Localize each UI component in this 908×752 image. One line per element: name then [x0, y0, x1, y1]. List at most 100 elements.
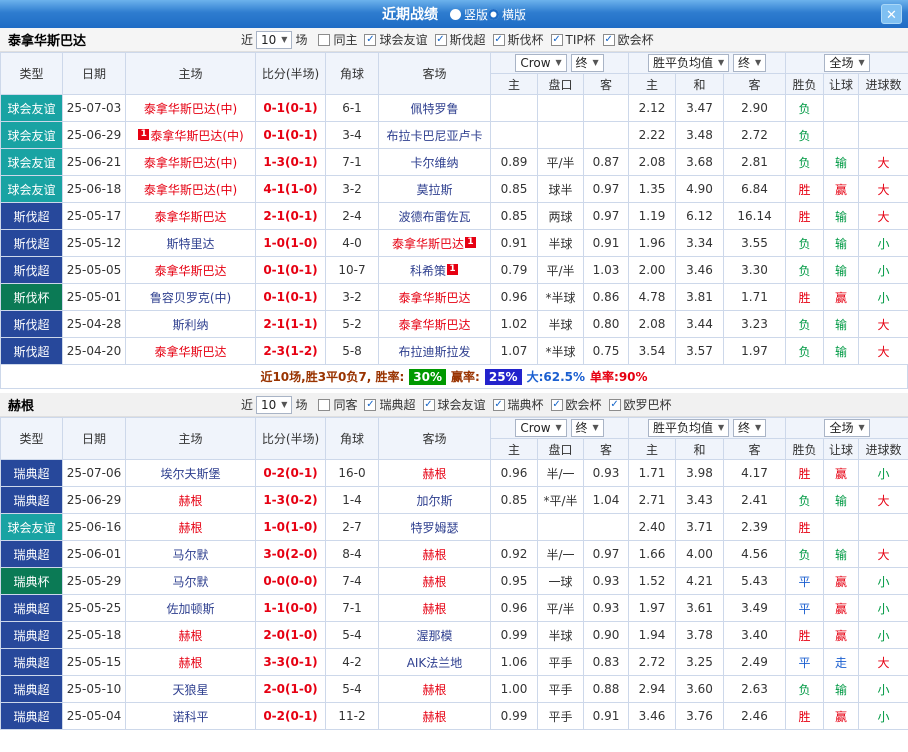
match-row: 瑞典超25-06-01马尔默3-0(2-0)8-4赫根0.92半/一0.971.… [1, 541, 908, 568]
filter-label: 斯伐杯 [508, 31, 544, 48]
filter-option[interactable]: ✓瑞典超 [364, 396, 415, 413]
result-wdl: 负 [786, 149, 824, 176]
col-away: 客场 [379, 418, 491, 460]
subcol-odds-away: 客 [584, 439, 629, 460]
team-name-text: 斯特里达 [166, 237, 214, 251]
result-goals [859, 122, 908, 149]
near-label: 近 [241, 396, 253, 413]
filter-option[interactable]: ✓TIP杯 [551, 31, 596, 48]
away-team: 赫根 [379, 460, 491, 487]
match-score: 0-2(0-1) [256, 460, 326, 487]
close-button[interactable]: ✕ [881, 4, 902, 24]
radio-label-text: 横版 [502, 6, 526, 23]
avg-odds-select[interactable]: 胜平负均值▼ [648, 54, 729, 72]
checkbox-icon[interactable]: ✓ [551, 34, 563, 46]
home-team: 赫根 [126, 487, 256, 514]
avg-away: 16.14 [724, 203, 786, 230]
odds-home: 1.06 [491, 649, 538, 676]
checkbox-icon[interactable]: ✓ [423, 399, 435, 411]
checkbox-icon[interactable] [318, 34, 330, 46]
radio-icon[interactable] [450, 9, 461, 20]
odds-final-select[interactable]: 终▼ [571, 419, 604, 437]
avg-away: 2.81 [724, 149, 786, 176]
checkbox-icon[interactable]: ✓ [609, 399, 621, 411]
avg-final-select[interactable]: 终▼ [733, 54, 766, 72]
result-goals: 大 [859, 176, 908, 203]
corner-score: 11-2 [326, 703, 379, 730]
avg-home: 2.22 [629, 122, 676, 149]
odds-handicap: 半/一 [538, 541, 584, 568]
checkbox-icon[interactable]: ✓ [364, 399, 376, 411]
odds-company-select[interactable]: Crow▼ [515, 54, 566, 72]
corner-score: 5-8 [326, 338, 379, 365]
odds-home: 0.85 [491, 203, 538, 230]
checkbox-icon[interactable]: ✓ [551, 399, 563, 411]
avg-home: 2.94 [629, 676, 676, 703]
avg-away: 2.90 [724, 95, 786, 122]
matches-tbody: 球会友谊25-07-03泰拿华斯巴达(中)0-1(0-1)6-1佩特罗鲁2.12… [1, 95, 908, 365]
match-type: 斯伐超 [1, 203, 63, 230]
matches-table: 类型 日期 主场 比分(半场) 角球 客场 Crow▼ 终▼ 胜平负均值▼ 终▼ [0, 52, 908, 365]
team-name-text: 布拉迪斯拉发 [398, 345, 470, 359]
stats-summary-bar: 近10场,胜3平0负7, 胜率: 30% 赢率: 25% 大:62.5% 单率:… [0, 365, 908, 389]
avg-draw: 3.57 [676, 338, 724, 365]
checkbox-icon[interactable]: ✓ [435, 34, 447, 46]
table-header: 类型 日期 主场 比分(半场) 角球 客场 Crow▼ 终▼ 胜平负均值▼ 终▼ [1, 418, 908, 460]
scope-select[interactable]: 全场▼ [824, 419, 869, 437]
corner-score: 16-0 [326, 460, 379, 487]
filter-option[interactable]: ✓欧会杯 [603, 31, 654, 48]
result-handicap: 输 [824, 487, 859, 514]
match-score: 0-1(0-1) [256, 95, 326, 122]
team-name-text: 赫根 [422, 548, 446, 562]
result-wdl: 负 [786, 257, 824, 284]
filter-option[interactable]: ✓欧会杯 [551, 396, 602, 413]
checkbox-icon[interactable]: ✓ [493, 34, 505, 46]
radio-icon[interactable] [488, 9, 499, 20]
scope-select[interactable]: 全场▼ [824, 54, 869, 72]
checkbox-icon[interactable]: ✓ [493, 399, 505, 411]
view-mode-option[interactable]: 横版 [488, 6, 526, 23]
subcol-avg-home: 主 [629, 439, 676, 460]
view-mode-option[interactable]: 竖版 [450, 6, 488, 23]
filter-option[interactable]: ✓斯伐杯 [493, 31, 544, 48]
odds-away: 1.03 [584, 257, 629, 284]
filter-option[interactable]: ✓斯伐超 [435, 31, 486, 48]
avg-draw: 3.68 [676, 149, 724, 176]
checkbox-icon[interactable]: ✓ [364, 34, 376, 46]
filter-option[interactable]: ✓球会友谊 [364, 31, 427, 48]
match-date: 25-05-01 [63, 284, 126, 311]
col-corner: 角球 [326, 418, 379, 460]
team-name-text: 波德布雷佐瓦 [398, 210, 470, 224]
filter-option[interactable]: 同主 [318, 31, 357, 48]
result-goals: 小 [859, 460, 908, 487]
filter-option[interactable]: ✓球会友谊 [423, 396, 486, 413]
home-team: 泰拿华斯巴达 [126, 203, 256, 230]
corner-score: 3-2 [326, 176, 379, 203]
filter-option[interactable]: 同客 [318, 396, 357, 413]
odds-handicap [538, 122, 584, 149]
away-team: 赫根 [379, 568, 491, 595]
filter-option[interactable]: ✓瑞典杯 [493, 396, 544, 413]
checkbox-icon[interactable] [318, 399, 330, 411]
near-label: 近 [241, 31, 253, 48]
team-name-text: 天狼星 [172, 683, 208, 697]
result-handicap: 走 [824, 649, 859, 676]
avg-final-select[interactable]: 终▼ [733, 419, 766, 437]
match-count-select[interactable]: 10 ▼ [256, 31, 292, 49]
match-type: 斯伐杯 [1, 284, 63, 311]
match-date: 25-04-28 [63, 311, 126, 338]
filter-checkboxes: 同客 ✓瑞典超 ✓球会友谊 ✓瑞典杯 ✓欧会杯 ✓欧罗巴杯 [318, 396, 671, 413]
match-score: 4-1(1-0) [256, 176, 326, 203]
avg-final-value: 终 [738, 56, 750, 70]
odds-away: 0.97 [584, 176, 629, 203]
checkbox-icon[interactable]: ✓ [603, 34, 615, 46]
filter-option[interactable]: ✓欧罗巴杯 [609, 396, 672, 413]
odds-home: 1.07 [491, 338, 538, 365]
match-count-select[interactable]: 10 ▼ [256, 396, 292, 414]
avg-home: 2.40 [629, 514, 676, 541]
odds-final-select[interactable]: 终▼ [571, 54, 604, 72]
result-handicap: 输 [824, 311, 859, 338]
avg-odds-select[interactable]: 胜平负均值▼ [648, 419, 729, 437]
odds-company-select[interactable]: Crow▼ [515, 419, 566, 437]
match-date: 25-06-01 [63, 541, 126, 568]
